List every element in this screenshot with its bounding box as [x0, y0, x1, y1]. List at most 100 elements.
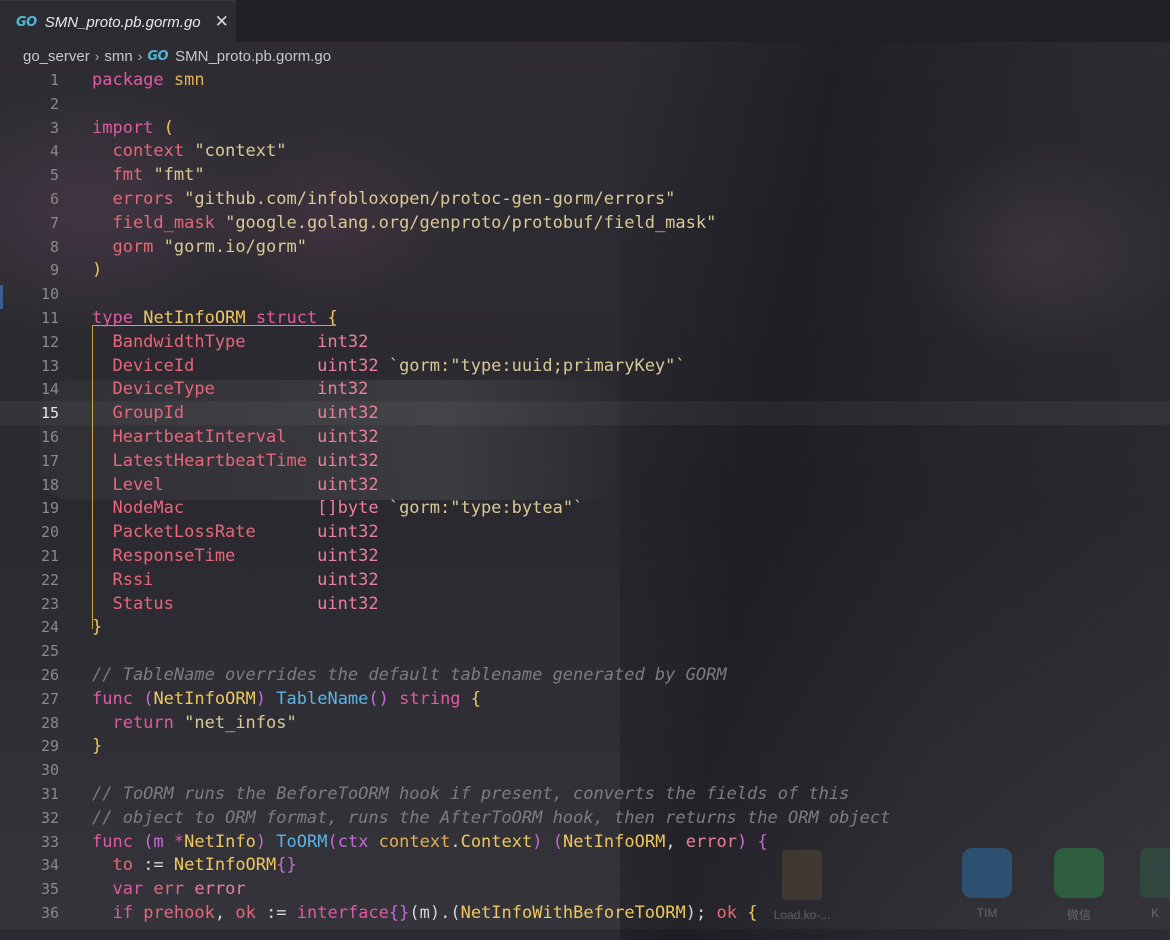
code-text: }: [92, 734, 102, 758]
desktop-shortcut-wechat[interactable]: 微信: [1049, 848, 1109, 922]
code-token: ): [92, 260, 103, 281]
desktop-shortcut-k[interactable]: K: [1140, 848, 1170, 918]
code-line[interactable]: 6 errors "github.com/infobloxopen/protoc…: [0, 187, 1170, 211]
code-text: }: [92, 615, 102, 639]
code-line[interactable]: 32 // object to ORM format, runs the Afte…: [0, 806, 1170, 830]
code-token: {: [736, 903, 758, 923]
code-token: NetInfoORM: [153, 688, 256, 709]
code-token: errors: [92, 189, 174, 209]
code-line[interactable]: 3 import (: [0, 116, 1170, 140]
code-line[interactable]: 14 DeviceType int32: [0, 377, 1170, 401]
code-line[interactable]: 12 BandwidthType int32: [0, 330, 1170, 354]
code-line[interactable]: 24}: [0, 615, 1170, 639]
code-token: NetInfoORM: [143, 308, 246, 328]
code-line[interactable]: 19 NodeMac []byte `gorm:"type:bytea"`: [0, 496, 1170, 520]
desktop-shortcut-tim[interactable]: TIM: [957, 848, 1017, 920]
code-text: func (m *NetInfo) ToORM(ctx context.Cont…: [92, 830, 768, 854]
code-line[interactable]: 15 GroupId uint32: [0, 401, 1170, 426]
code-line[interactable]: 1 package smn: [0, 68, 1170, 92]
code-line[interactable]: 25: [0, 639, 1170, 663]
code-token: uint32: [317, 569, 379, 590]
code-text: BandwidthType int32: [92, 330, 368, 354]
code-token: "gorm.io/gorm": [163, 236, 307, 257]
code-token: import: [92, 117, 154, 138]
code-token: BandwidthType: [92, 331, 318, 352]
code-text: // ToORM runs the BeforeToORM hook if pr…: [92, 782, 849, 806]
line-number: 20: [40, 523, 59, 542]
code-line[interactable]: 10: [0, 282, 1170, 306]
code-line[interactable]: 5 fmt "fmt": [0, 163, 1170, 187]
code-text: func (NetInfoORM) TableName() string {: [92, 687, 481, 711]
code-token: (m: [132, 831, 174, 852]
close-icon[interactable]: ✕: [215, 12, 229, 32]
code-text: LatestHeartbeatTime uint32: [92, 449, 378, 473]
code-token: :=: [255, 903, 297, 923]
code-editor[interactable]: 1 package smn 2 3 import (4 context "context…: [0, 68, 1170, 929]
code-line[interactable]: 17 LatestHeartbeatTime uint32: [0, 449, 1170, 473]
line-number: 11: [40, 309, 59, 327]
breadcrumb-item-go-server[interactable]: go_server: [23, 48, 90, 65]
code-token: fmt: [92, 165, 144, 186]
code-token: []byte: [317, 498, 379, 519]
code-token: uint32: [317, 403, 379, 424]
code-token: "google.golang.org/genproto/protobuf/fie…: [225, 212, 717, 233]
code-line[interactable]: 20 PacketLossRate uint32: [0, 520, 1170, 544]
code-text: DeviceType int32: [92, 377, 368, 401]
code-line[interactable]: 13 DeviceId uint32 `gorm:"type:uuid;prim…: [0, 354, 1170, 378]
line-number: 19: [40, 499, 59, 518]
code-token: ok: [716, 903, 737, 923]
code-line[interactable]: 11 type NetInfoORM struct {: [0, 306, 1170, 330]
breadcrumb-item-smn[interactable]: smn: [104, 48, 132, 65]
tab-smn-proto-pb-gorm-go[interactable]: GO SMN_proto.pb.gorm.go ✕: [0, 0, 236, 43]
code-token: PacketLossRate: [92, 522, 318, 543]
code-token: "github.com/infobloxopen/protoc-gen-gorm…: [184, 189, 676, 209]
code-line[interactable]: 8 gorm "gorm.io/gorm": [0, 235, 1170, 259]
breadcrumb: go_server › smn › GO SMN_proto.pb.gorm.g…: [0, 42, 1170, 70]
code-line[interactable]: 18 Level uint32: [0, 473, 1170, 497]
code-line[interactable]: 2: [0, 92, 1170, 116]
code-text: context "context": [92, 139, 286, 163]
line-number: 21: [40, 547, 59, 565]
code-token: var: [92, 879, 144, 900]
code-line[interactable]: 23 Status uint32: [0, 592, 1170, 616]
code-token: ToORM: [276, 831, 328, 852]
code-line[interactable]: 21 ResponseTime uint32: [0, 544, 1170, 568]
code-line[interactable]: 22 Rssi uint32: [0, 568, 1170, 592]
code-line[interactable]: 31 // ToORM runs the BeforeToORM hook if …: [0, 782, 1170, 806]
code-text: Rssi uint32: [92, 568, 379, 592]
code-token: DeviceId: [92, 355, 318, 376]
code-token: return: [92, 712, 174, 733]
code-token: ): [255, 831, 277, 852]
line-number: 25: [40, 642, 59, 661]
code-line[interactable]: 26 // TableName overrides the default tab…: [0, 663, 1170, 687]
code-line[interactable]: 16 HeartbeatInterval uint32: [0, 425, 1170, 449]
code-line[interactable]: 9): [0, 258, 1170, 282]
line-number: 13: [40, 356, 59, 375]
code-token: ,: [214, 903, 236, 923]
breadcrumb-item-file[interactable]: SMN_proto.pb.gorm.go: [175, 48, 331, 65]
code-line[interactable]: 30: [0, 758, 1170, 782]
code-line[interactable]: 27 func (NetInfoORM) TableName() string {: [0, 687, 1170, 711]
code-text: Status uint32: [92, 592, 378, 616]
line-number: 1: [49, 71, 59, 89]
code-line[interactable]: 4 context "context": [0, 139, 1170, 163]
code-line[interactable]: 28 return "net_infos": [0, 711, 1170, 735]
code-line[interactable]: 29}: [0, 734, 1170, 758]
code-token: (ctx: [327, 831, 379, 852]
code-token: ) {: [736, 831, 768, 852]
line-number: 17: [40, 451, 59, 470]
code-token: (: [132, 688, 154, 709]
code-token: ok: [235, 903, 256, 923]
desktop-shortcut-load[interactable]: Load.ko-...: [772, 850, 832, 922]
code-token: context: [378, 831, 451, 852]
code-line[interactable]: 7 field_mask "google.golang.org/genproto…: [0, 211, 1170, 235]
line-number: 3: [49, 118, 59, 137]
code-text: import (: [92, 116, 174, 140]
code-text: NodeMac []byte `gorm:"type:bytea"`: [92, 496, 583, 520]
line-number: 29: [40, 737, 59, 756]
code-token: error: [194, 879, 246, 900]
